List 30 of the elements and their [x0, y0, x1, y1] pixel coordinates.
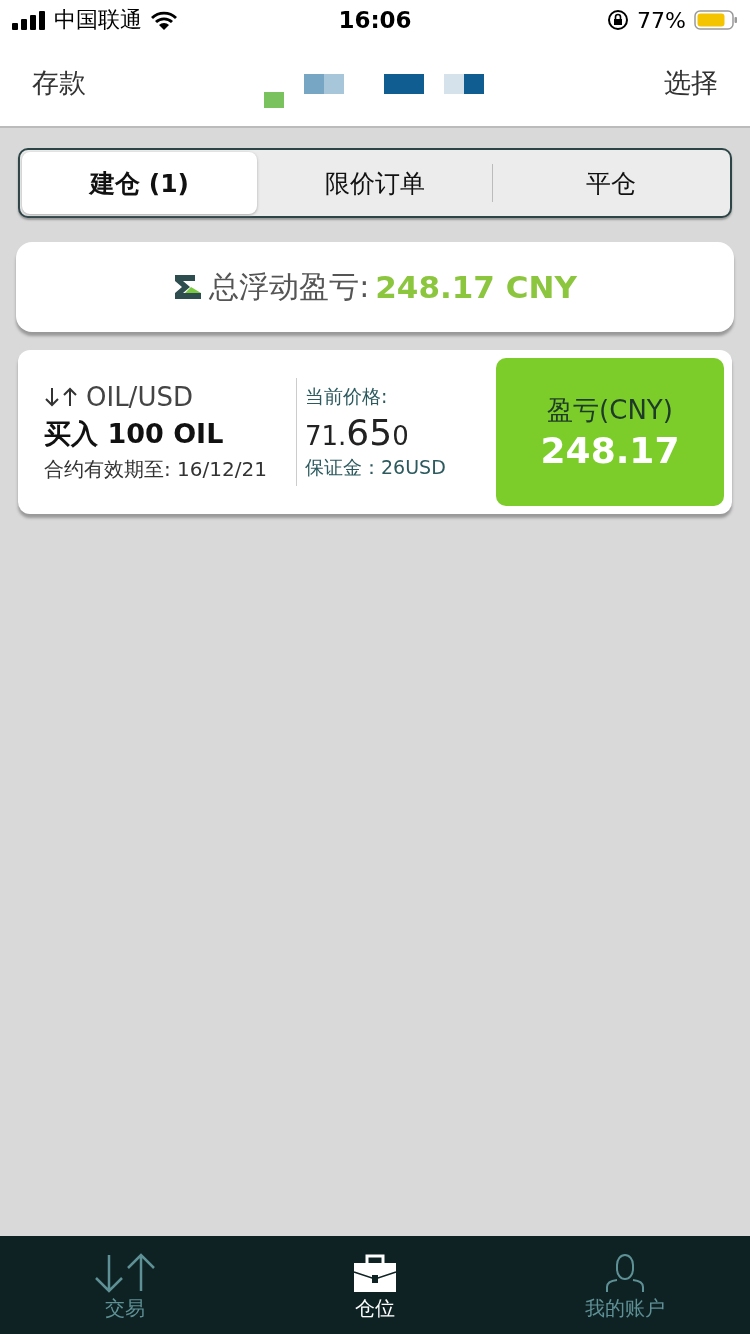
price-label: 当前价格:: [305, 383, 389, 409]
position-card[interactable]: OIL/USD 买入 100 OIL 合约有效期至: 16/12/21 当前价格: 71.650 保证金：26USD 盈亏(CNY) 248.17: [18, 350, 732, 514]
profit-label: 盈亏(CNY): [547, 394, 673, 427]
battery-percent: 77%: [637, 7, 686, 33]
tab[interactable]: 平仓: [492, 164, 728, 202]
current-price: 71.650: [305, 411, 410, 453]
wifi-icon: [150, 9, 178, 31]
expiry-date: 合约有效期至: 16/12/21: [44, 455, 268, 483]
margin-amount: 保证金：26USD: [305, 454, 447, 480]
battery-icon: [694, 9, 738, 31]
deposit-link[interactable]: 存款: [32, 65, 86, 101]
summary-value: 248.17 CNY: [375, 269, 577, 305]
summary-label: 总浮动盈亏:: [209, 267, 370, 306]
clock-time: 16:06: [337, 7, 413, 33]
down-up-arrows-icon: [93, 1253, 157, 1293]
trade-action: 买入 100 OIL: [44, 416, 225, 451]
nav-tab[interactable]: 仓位: [250, 1236, 500, 1334]
briefcase-icon: [353, 1253, 397, 1293]
tab[interactable]: 限价订单: [257, 152, 492, 214]
symbol: OIL/USD: [86, 381, 193, 412]
rotation-lock-icon: [607, 9, 630, 31]
signal-icon: [12, 10, 46, 30]
person-icon: [603, 1253, 647, 1293]
carrier-name: 中国联通: [54, 6, 142, 34]
profit-value: 248.17: [540, 430, 680, 471]
tab[interactable]: 建仓 (1): [22, 152, 257, 214]
select-link[interactable]: 选择: [664, 65, 718, 101]
sigma-icon: [173, 273, 204, 301]
nav-tab[interactable]: 我的账户: [500, 1236, 750, 1334]
nav-tab[interactable]: 交易: [0, 1236, 250, 1334]
